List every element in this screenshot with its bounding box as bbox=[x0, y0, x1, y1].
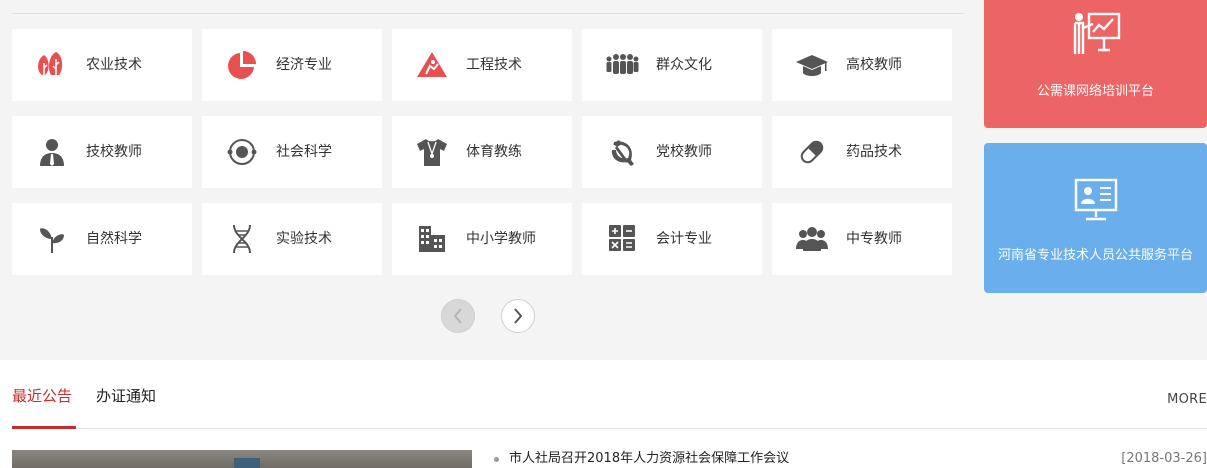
chevron-left-icon bbox=[453, 308, 462, 324]
graduation-cap-icon bbox=[794, 49, 830, 81]
news-date: [2018-03-26] bbox=[1121, 451, 1207, 466]
news-thumbnail[interactable] bbox=[12, 450, 472, 468]
profile-monitor-icon bbox=[1073, 177, 1119, 227]
list-item: 市人社局召开2018年人力资源社会保障工作会议 [2018-03-26] bbox=[494, 450, 1207, 468]
category-label: 会计专业 bbox=[656, 231, 712, 247]
category-university-teacher[interactable]: 高校教师 bbox=[772, 29, 952, 101]
category-label: 群众文化 bbox=[656, 57, 712, 73]
category-label: 党校教师 bbox=[656, 144, 712, 160]
dna-icon bbox=[224, 223, 260, 255]
category-economics[interactable]: 经济专业 bbox=[202, 29, 382, 101]
category-label: 技校教师 bbox=[86, 144, 142, 160]
engineering-sign-icon bbox=[414, 49, 450, 81]
category-label: 中专教师 bbox=[846, 231, 902, 247]
teacher-person-icon bbox=[34, 136, 70, 168]
school-building-icon bbox=[414, 223, 450, 255]
promo-label: 公需课网络培训平台 bbox=[1036, 84, 1154, 99]
crowd-icon bbox=[604, 49, 640, 81]
carousel-next-button[interactable] bbox=[501, 299, 535, 333]
tabs-divider bbox=[12, 428, 1207, 429]
category-label: 农业技术 bbox=[86, 57, 142, 73]
tab-recent-announcements[interactable]: 最近公告 bbox=[12, 386, 72, 406]
category-mass-culture[interactable]: 群众文化 bbox=[582, 29, 762, 101]
presentation-board-icon bbox=[1069, 10, 1123, 60]
promo-label: 河南省专业技术人员公共服务平台 bbox=[997, 248, 1193, 263]
bullet-icon bbox=[494, 457, 499, 462]
category-label: 实验技术 bbox=[276, 231, 332, 247]
category-lab-technology[interactable]: 实验技术 bbox=[202, 203, 382, 275]
category-natural-science[interactable]: 自然科学 bbox=[12, 203, 192, 275]
orbit-icon bbox=[224, 136, 260, 168]
category-sports-coach[interactable]: 体育教练 bbox=[392, 116, 572, 188]
category-label: 体育教练 bbox=[466, 144, 522, 160]
category-accounting[interactable]: 会计专业 bbox=[582, 203, 762, 275]
sprout-icon bbox=[34, 223, 70, 255]
promo-professional-service-platform[interactable]: 河南省专业技术人员公共服务平台 bbox=[984, 143, 1207, 293]
category-label: 工程技术 bbox=[466, 57, 522, 73]
tab-certificate-notices[interactable]: 办证通知 bbox=[96, 386, 156, 406]
whistle-shirt-icon bbox=[414, 136, 450, 168]
category-label: 自然科学 bbox=[86, 231, 142, 247]
category-label: 药品技术 bbox=[846, 144, 902, 160]
category-pharmaceutical[interactable]: 药品技术 bbox=[772, 116, 952, 188]
news-title-link[interactable]: 市人社局召开2018年人力资源社会保障工作会议 bbox=[509, 450, 789, 468]
top-divider bbox=[12, 13, 964, 14]
category-engineering[interactable]: 工程技术 bbox=[392, 29, 572, 101]
category-tech-school-teacher[interactable]: 技校教师 bbox=[12, 116, 192, 188]
category-k12-teacher[interactable]: 中小学教师 bbox=[392, 203, 572, 275]
more-link[interactable]: MORE bbox=[1167, 392, 1207, 407]
category-label: 社会科学 bbox=[276, 144, 332, 160]
promo-public-course-platform[interactable]: 公需课网络培训平台 bbox=[984, 0, 1207, 128]
group-icon bbox=[794, 223, 830, 255]
active-tab-indicator bbox=[12, 426, 76, 429]
category-agriculture[interactable]: 农业技术 bbox=[12, 29, 192, 101]
chevron-right-icon bbox=[514, 308, 523, 324]
category-label: 高校教师 bbox=[846, 57, 902, 73]
category-party-school-teacher[interactable]: 党校教师 bbox=[582, 116, 762, 188]
category-label: 中小学教师 bbox=[466, 231, 536, 247]
category-vocational-teacher[interactable]: 中专教师 bbox=[772, 203, 952, 275]
pie-chart-icon bbox=[224, 49, 260, 81]
calculator-icon bbox=[604, 223, 640, 255]
pill-icon bbox=[794, 136, 830, 168]
trees-icon bbox=[34, 49, 70, 81]
carousel-prev-button[interactable] bbox=[441, 299, 475, 333]
category-social-science[interactable]: 社会科学 bbox=[202, 116, 382, 188]
hammer-sickle-icon bbox=[604, 136, 640, 168]
category-label: 经济专业 bbox=[276, 57, 332, 73]
